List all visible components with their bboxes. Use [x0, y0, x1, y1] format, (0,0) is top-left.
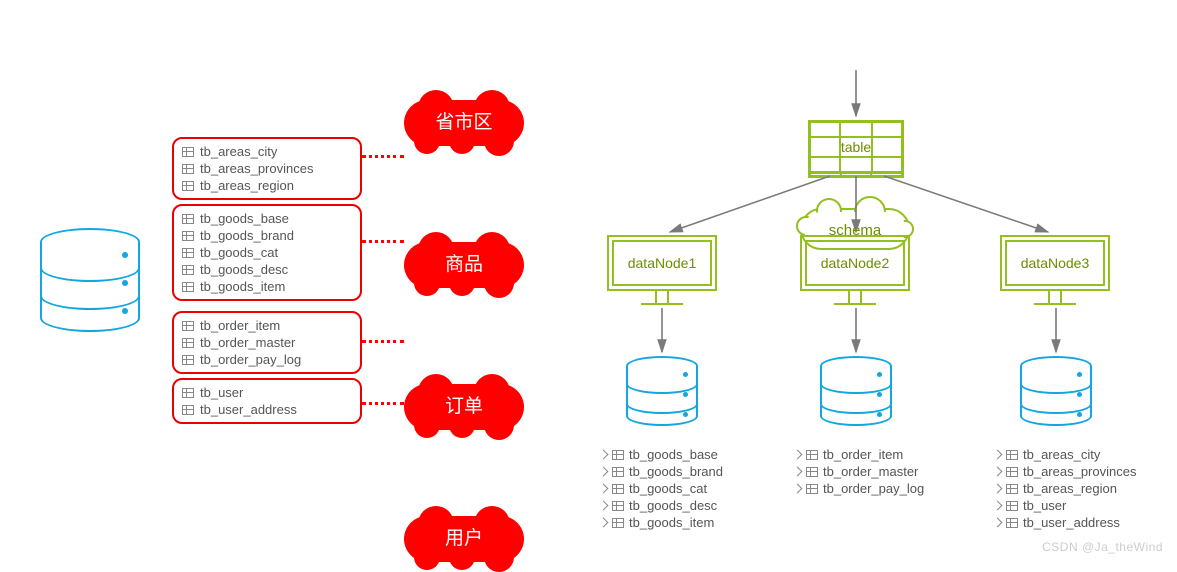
table-icon — [806, 484, 818, 494]
table-icon — [182, 282, 194, 292]
chevron-right-icon — [599, 467, 609, 477]
table-row: tb_goods_cat — [600, 480, 723, 497]
category-cloud-user: 用户 — [404, 516, 524, 562]
chevron-right-icon — [993, 518, 1003, 528]
table-icon — [182, 321, 194, 331]
table-icon — [182, 181, 194, 191]
table-icon — [806, 450, 818, 460]
connector-dotted — [362, 155, 404, 158]
chevron-right-icon — [793, 484, 803, 494]
table-row: tb_user_address — [994, 514, 1136, 531]
table-row: tb_areas_region — [994, 480, 1136, 497]
table-row: tb_goods_cat — [182, 244, 352, 261]
connector-dotted — [362, 340, 404, 343]
chevron-right-icon — [599, 501, 609, 511]
table-row: tb_user — [182, 384, 352, 401]
table-icon — [182, 355, 194, 365]
chevron-right-icon — [993, 450, 1003, 460]
category-cloud-order: 订单 — [404, 384, 524, 430]
table-row: tb_order_master — [182, 334, 352, 351]
table-row: tb_goods_base — [182, 210, 352, 227]
table-row: tb_goods_desc — [600, 497, 723, 514]
table-icon — [182, 248, 194, 258]
category-cloud-areas: 省市区 — [404, 100, 524, 146]
chevron-right-icon — [599, 484, 609, 494]
table-icon — [182, 164, 194, 174]
table-row: tb_goods_base — [600, 446, 723, 463]
table-row: tb_order_pay_log — [794, 480, 924, 497]
node3-tables: tb_areas_city tb_areas_provinces tb_area… — [994, 446, 1136, 531]
schema-table-grid: table — [808, 120, 904, 174]
table-row: tb_user_address — [182, 401, 352, 418]
table-icon — [612, 501, 624, 511]
chevron-right-icon — [993, 467, 1003, 477]
datanode-1: dataNode1 — [607, 235, 717, 305]
table-row: tb_order_master — [794, 463, 924, 480]
node1-tables: tb_goods_base tb_goods_brand tb_goods_ca… — [600, 446, 723, 531]
table-icon — [1006, 484, 1018, 494]
table-icon — [1006, 518, 1018, 528]
table-row: tb_areas_city — [994, 446, 1136, 463]
source-database-icon — [40, 228, 140, 332]
chevron-right-icon — [993, 501, 1003, 511]
datanode-2: dataNode2 — [800, 235, 910, 305]
table-row: tb_order_pay_log — [182, 351, 352, 368]
table-icon — [182, 147, 194, 157]
table-icon — [612, 518, 624, 528]
table-icon — [612, 484, 624, 494]
table-row: tb_areas_city — [182, 143, 352, 160]
table-row: tb_order_item — [794, 446, 924, 463]
watermark: CSDN @Ja_theWind — [1042, 540, 1163, 554]
table-row: tb_goods_item — [600, 514, 723, 531]
chevron-right-icon — [793, 450, 803, 460]
table-icon — [182, 338, 194, 348]
table-row: tb_areas_region — [182, 177, 352, 194]
node2-tables: tb_order_item tb_order_master tb_order_p… — [794, 446, 924, 497]
connector-dotted — [362, 402, 404, 405]
table-icon — [182, 388, 194, 398]
table-icon — [1006, 501, 1018, 511]
connector-dotted — [362, 240, 404, 243]
table-icon — [182, 405, 194, 415]
table-row: tb_goods_brand — [182, 227, 352, 244]
table-row: tb_order_item — [182, 317, 352, 334]
group-goods: tb_goods_base tb_goods_brand tb_goods_ca… — [172, 204, 362, 301]
db-icon-node2 — [820, 356, 892, 426]
category-cloud-goods: 商品 — [404, 242, 524, 288]
table-icon — [182, 231, 194, 241]
table-icon — [612, 450, 624, 460]
table-row: tb_goods_desc — [182, 261, 352, 278]
table-icon — [182, 214, 194, 224]
db-icon-node1 — [626, 356, 698, 426]
chevron-right-icon — [993, 484, 1003, 494]
chevron-right-icon — [793, 467, 803, 477]
table-icon — [182, 265, 194, 275]
table-icon — [806, 467, 818, 477]
group-user: tb_user tb_user_address — [172, 378, 362, 424]
group-order: tb_order_item tb_order_master tb_order_p… — [172, 311, 362, 374]
table-row: tb_areas_provinces — [182, 160, 352, 177]
db-icon-node3 — [1020, 356, 1092, 426]
table-icon — [612, 467, 624, 477]
datanode-3: dataNode3 — [1000, 235, 1110, 305]
table-row: tb_goods_brand — [600, 463, 723, 480]
chevron-right-icon — [599, 518, 609, 528]
table-row: tb_goods_item — [182, 278, 352, 295]
group-areas: tb_areas_city tb_areas_provinces tb_area… — [172, 137, 362, 200]
table-icon — [1006, 467, 1018, 477]
chevron-right-icon — [599, 450, 609, 460]
table-row: tb_user — [994, 497, 1136, 514]
table-row: tb_areas_provinces — [994, 463, 1136, 480]
table-icon — [1006, 450, 1018, 460]
